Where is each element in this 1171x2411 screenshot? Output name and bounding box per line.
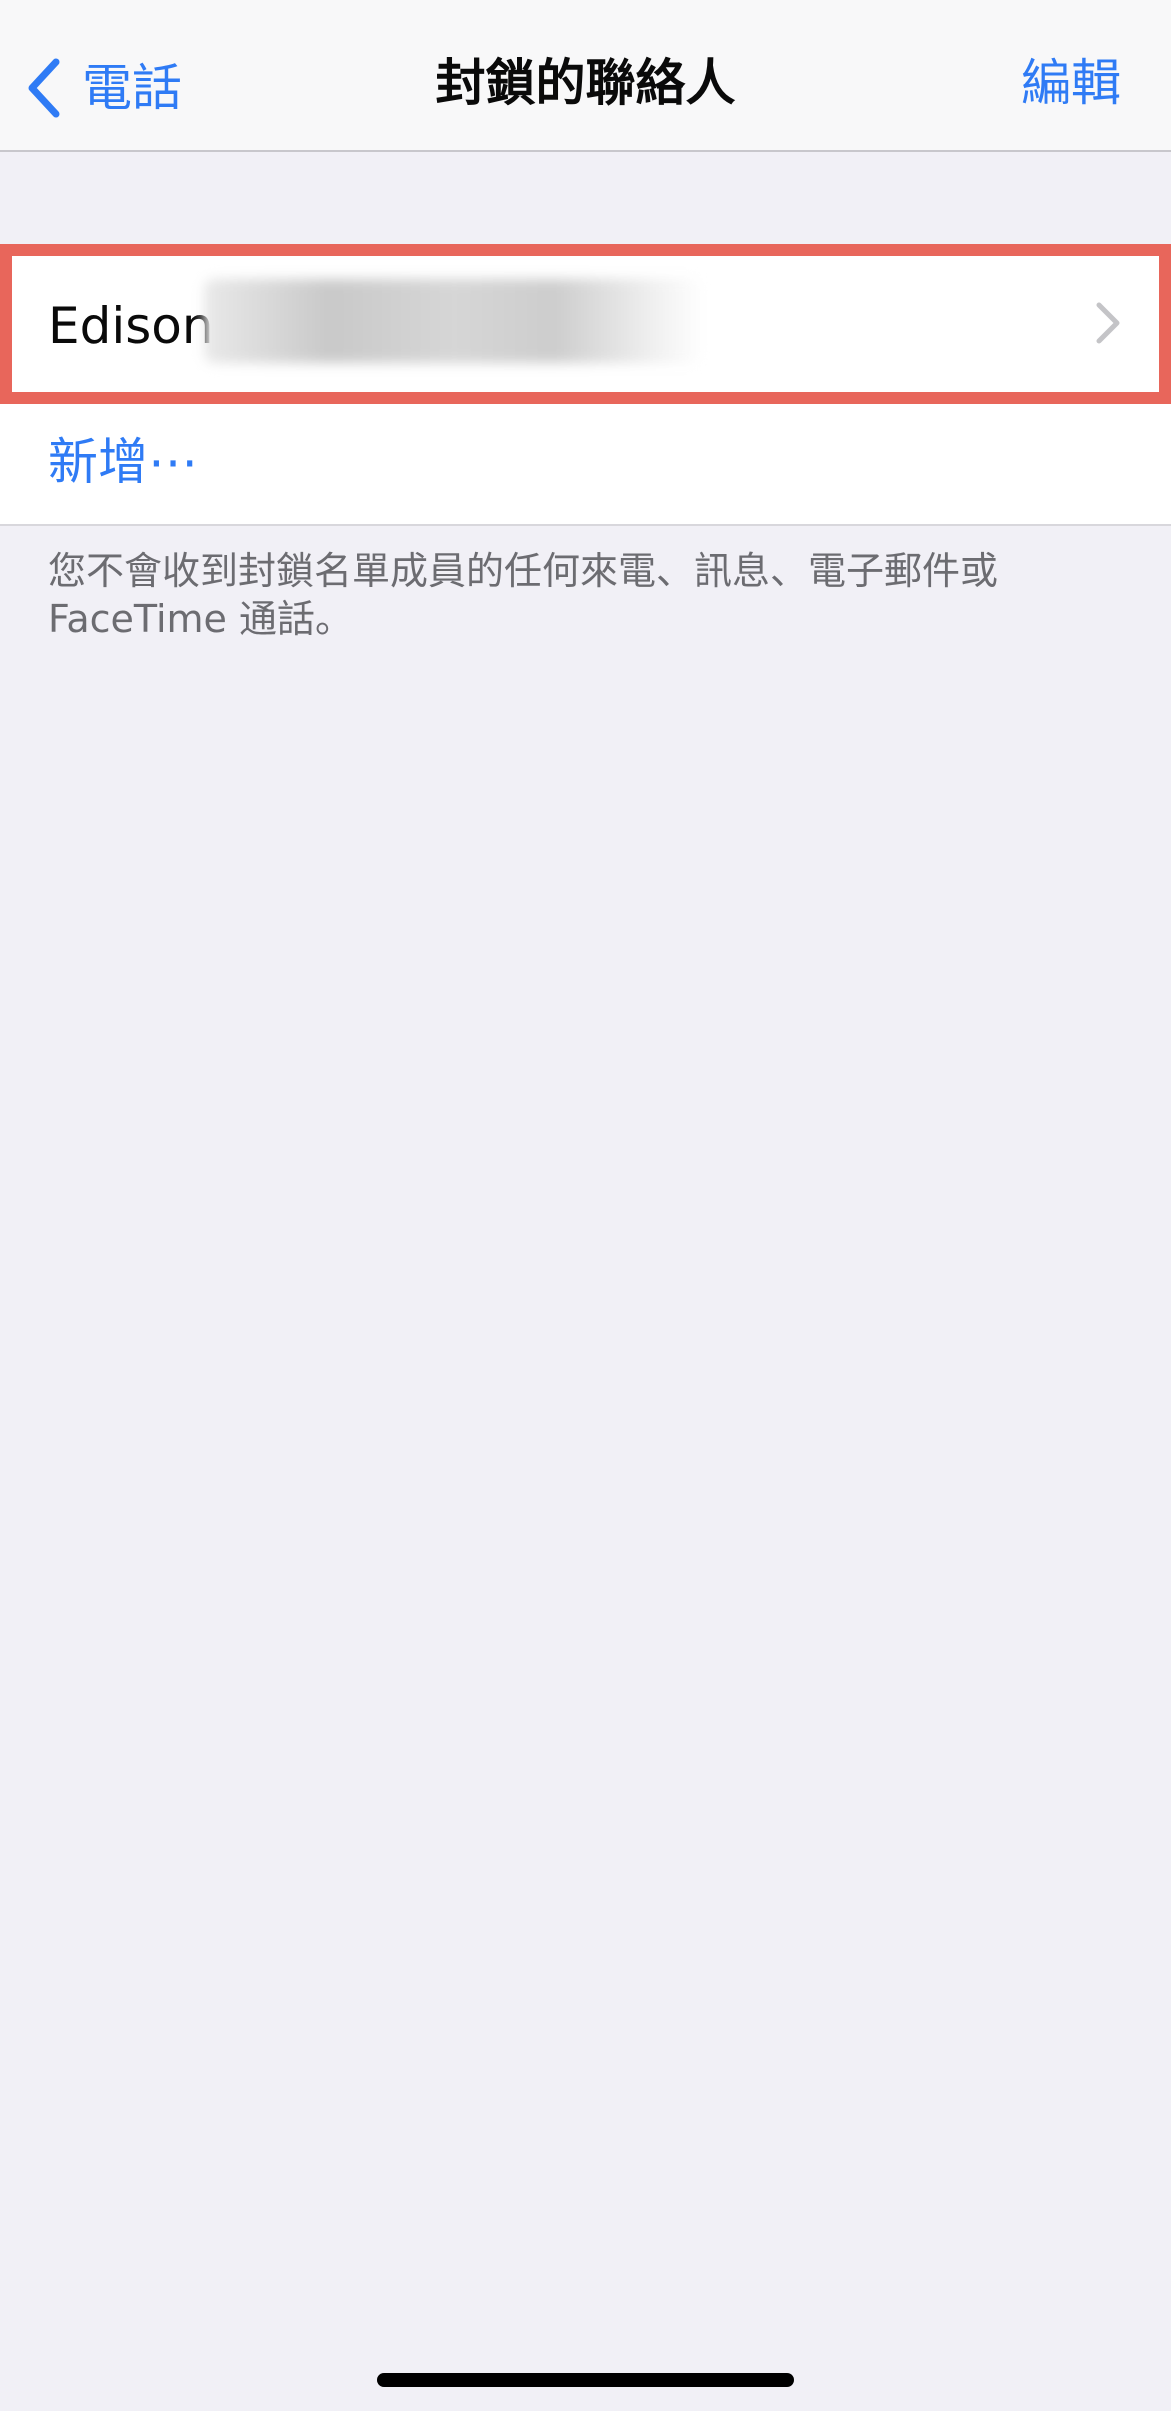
navigation-bar: 電話 封鎖的聯絡人 編輯: [0, 0, 1171, 152]
add-blocked-contact-label: 新增⋯: [48, 433, 198, 491]
home-indicator[interactable]: [377, 2373, 794, 2387]
footer-note: 您不會收到封鎖名單成員的任何來電、訊息、電子郵件或FaceTime 通話。: [48, 549, 999, 641]
blocked-contact-row[interactable]: Edison: [0, 244, 1171, 404]
chevron-right-icon: [1095, 301, 1121, 349]
page-title: 封鎖的聯絡人: [435, 54, 736, 112]
add-blocked-contact-button[interactable]: 新增⋯: [0, 399, 1171, 524]
edit-button[interactable]: 編輯: [1021, 58, 1121, 108]
contact-name: Edison: [48, 297, 214, 355]
redacted-contact-detail: [204, 279, 704, 363]
blocked-contacts-list: Edison 新增⋯: [0, 244, 1171, 526]
